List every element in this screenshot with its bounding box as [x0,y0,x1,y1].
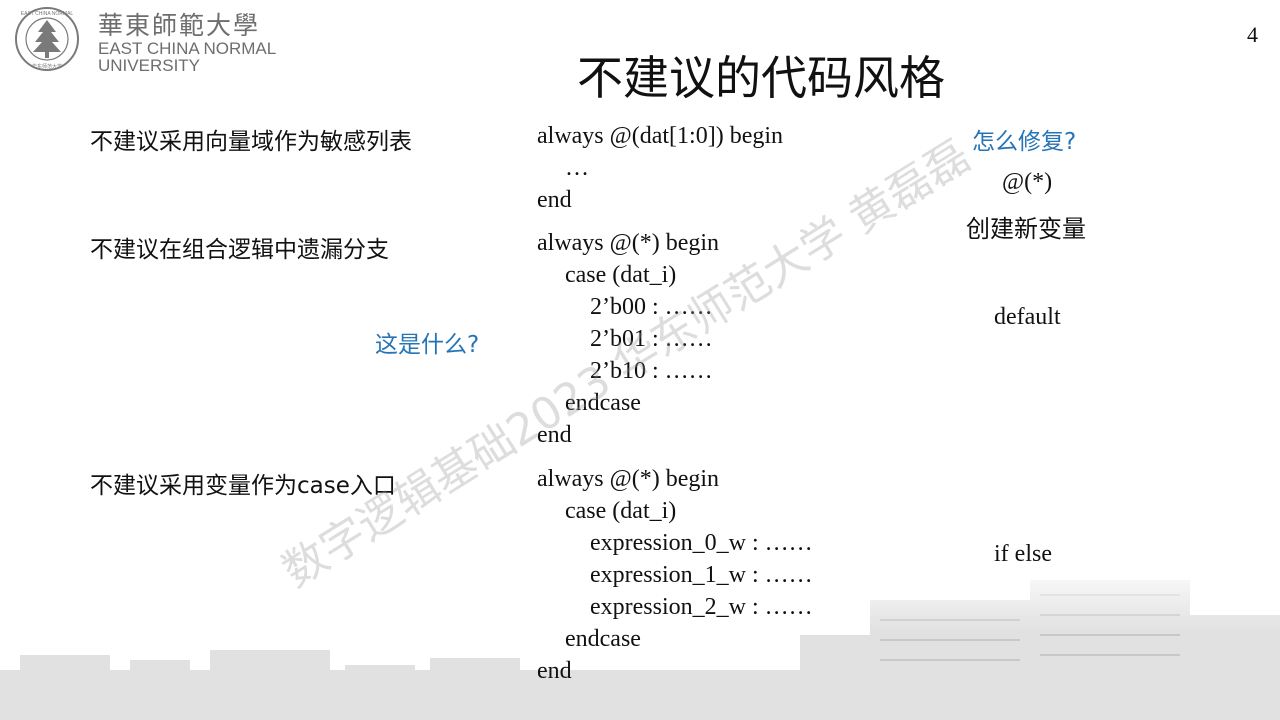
code-line: end [537,187,572,213]
code-line: expression_1_w : …… [590,562,813,588]
fix-note: if else [994,541,1052,567]
code-line: end [537,658,572,684]
fix-note: 创建新变量 [966,215,1086,243]
question-how-to-fix: 怎么修复? [972,129,1077,155]
slide-title: 不建议的代码风格 [577,51,945,105]
question-what-is-this: 这是什么? [375,332,480,358]
university-seal-icon: EAST CHINA NORMAL 华东师范大学 [15,7,79,71]
page-number: 4 [1247,22,1258,47]
code-line: … [565,155,589,181]
university-name-cn: 華東師範大學 [98,11,261,40]
svg-text:华东师范大学: 华东师范大学 [32,63,62,70]
code-line: endcase [565,626,641,652]
fix-note: @(*) [1002,169,1053,195]
code-line: always @(dat[1:0]) begin [537,123,784,149]
category-missing-branch: 不建议在组合逻辑中遗漏分支 [90,237,389,263]
code-line: case (dat_i) [565,262,677,288]
code-line: expression_2_w : …… [590,594,813,620]
code-line: expression_0_w : …… [590,530,813,556]
watermark-text: 数字逻辑基础2023 华东师范大学 黄磊磊 [273,130,980,598]
code-line: always @(*) begin [537,230,720,256]
category-vector-sensitivity: 不建议采用向量域作为敏感列表 [90,129,412,155]
code-line: case (dat_i) [565,498,677,524]
svg-text:EAST CHINA NORMAL: EAST CHINA NORMAL [21,11,74,17]
code-line: always @(*) begin [537,466,720,492]
university-name-en-line2: UNIVERSITY [98,56,201,75]
fix-note: default [994,304,1061,330]
